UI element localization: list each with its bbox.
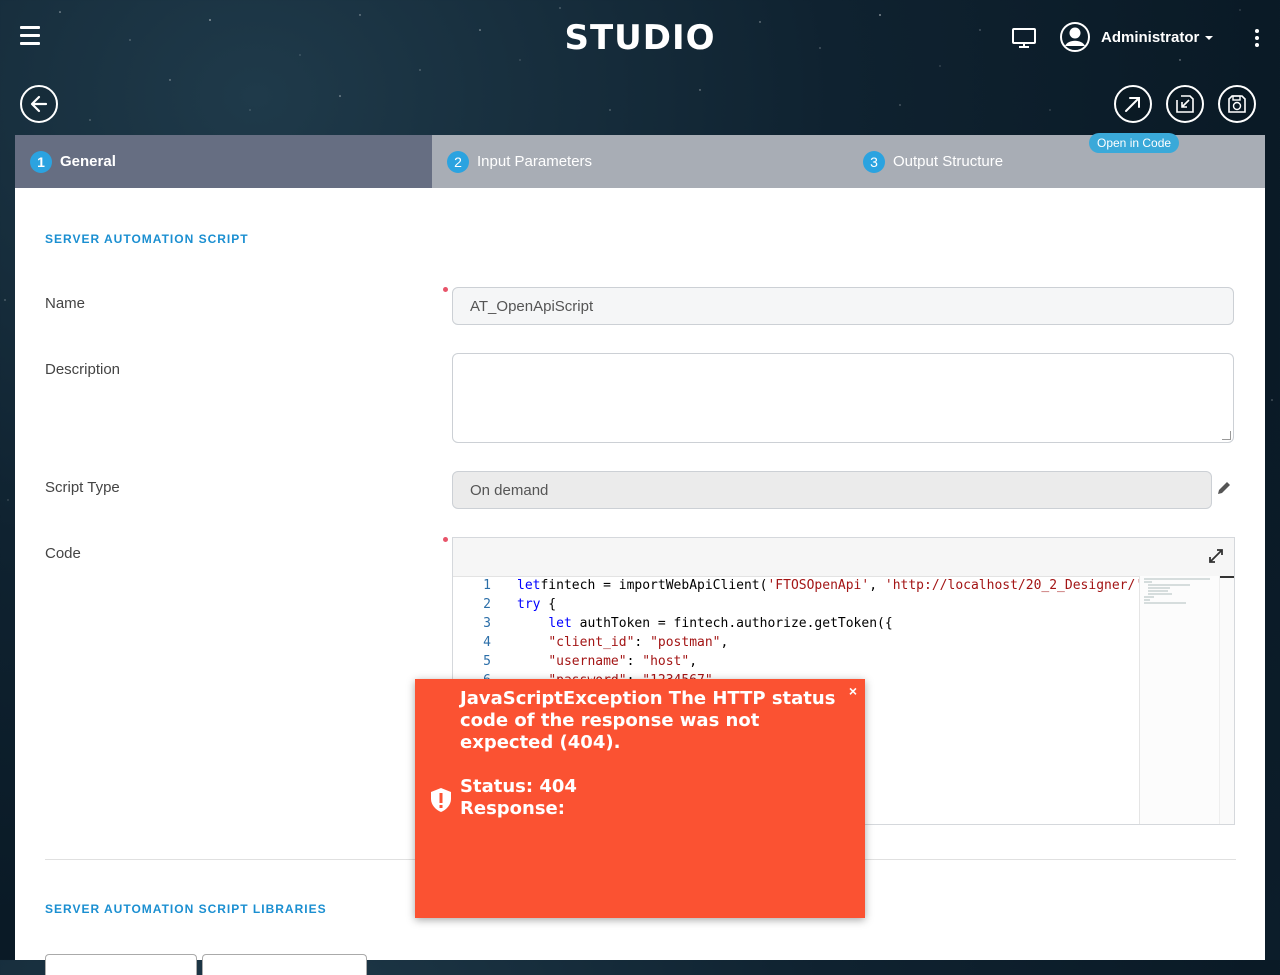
- code-editor-toolbar: [453, 538, 1234, 577]
- description-textarea[interactable]: [452, 353, 1234, 443]
- library-button[interactable]: [202, 954, 367, 975]
- code-lines[interactable]: 1 letfintech = importWebApiClient('FTOSOp…: [453, 576, 1139, 690]
- line-number: 5: [483, 654, 491, 669]
- step-number: 1: [30, 150, 52, 173]
- script-type-label: Script Type: [45, 479, 120, 496]
- tab-output-structure[interactable]: 3 Output Structure: [863, 135, 1003, 188]
- top-bar: STUDIO Administrator: [0, 0, 1280, 76]
- arrow-up-right-icon: [1125, 97, 1140, 112]
- line-number: 3: [483, 616, 491, 631]
- code-text: "username": "host",: [548, 654, 698, 669]
- code-minimap[interactable]: [1139, 576, 1220, 825]
- user-name: Administrator: [1101, 29, 1200, 46]
- code-line[interactable]: 5 "username": "host",: [453, 652, 1139, 671]
- back-button[interactable]: [20, 85, 58, 123]
- import-file-icon: [1176, 95, 1194, 113]
- monitor-icon[interactable]: [1012, 28, 1036, 48]
- code-line[interactable]: 2 try {: [453, 595, 1139, 614]
- more-vertical-icon[interactable]: [1254, 29, 1260, 47]
- tab-label: Output Structure: [893, 153, 1004, 170]
- description-label: Description: [45, 361, 121, 378]
- expand-icon[interactable]: [1208, 548, 1224, 564]
- code-text: let authToken = fintech.authorize.getTok…: [548, 616, 893, 631]
- error-message: JavaScriptException The HTTP status code…: [460, 688, 836, 753]
- code-label: Code: [45, 545, 81, 562]
- save-refresh-icon: [1228, 95, 1246, 113]
- save-button[interactable]: [1218, 85, 1256, 123]
- required-indicator: [443, 537, 448, 542]
- error-status: Status: 404: [460, 776, 577, 797]
- import-button[interactable]: [1166, 85, 1204, 123]
- step-number: 3: [863, 150, 885, 173]
- code-line[interactable]: 1 letfintech = importWebApiClient('FTOSOp…: [453, 576, 1139, 595]
- line-number: 4: [483, 635, 491, 650]
- step-tabs: 1 General 2 Input Parameters 3 Output St…: [15, 135, 1265, 188]
- tab-general[interactable]: 1 General: [15, 135, 432, 188]
- avatar[interactable]: [1060, 22, 1090, 52]
- shield-alert-icon: [431, 788, 451, 812]
- code-text: try {: [517, 597, 557, 612]
- edit-icon[interactable]: [1216, 480, 1232, 496]
- code-line[interactable]: 3 let authToken = fintech.authorize.getT…: [453, 614, 1139, 633]
- open-in-code-button[interactable]: [1114, 85, 1152, 123]
- line-number: 1: [483, 578, 491, 593]
- tab-input-parameters[interactable]: 2 Input Parameters: [447, 135, 592, 188]
- close-icon[interactable]: ×: [849, 683, 857, 699]
- section-title: SERVER AUTOMATION SCRIPT: [45, 232, 249, 246]
- code-text: "client_id": "postman",: [548, 635, 729, 650]
- library-button[interactable]: [45, 954, 197, 975]
- code-text: letfintech = importWebApiClient('FTOSOpe…: [517, 578, 1139, 593]
- libraries-section-title: SERVER AUTOMATION SCRIPT LIBRARIES: [45, 902, 327, 916]
- line-number: 2: [483, 597, 491, 612]
- resize-handle[interactable]: [1222, 431, 1231, 440]
- code-scrollbar[interactable]: [1219, 576, 1234, 824]
- scroll-indicator: [1220, 576, 1234, 578]
- step-number: 2: [447, 150, 469, 173]
- tab-label: Input Parameters: [477, 153, 593, 170]
- error-response: Response:: [460, 798, 565, 819]
- open-in-code-tooltip: Open in Code: [1089, 133, 1180, 153]
- arrow-left-icon: [30, 95, 48, 113]
- script-type-field[interactable]: On demand: [452, 471, 1212, 509]
- required-indicator: [443, 287, 448, 292]
- error-toast: × JavaScriptException The HTTP status co…: [415, 679, 865, 918]
- code-line[interactable]: 4 "client_id": "postman",: [453, 633, 1139, 652]
- tab-label: General: [60, 153, 116, 170]
- error-details: Status: 404 Response:: [460, 776, 577, 820]
- name-input[interactable]: AT_OpenApiScript: [452, 287, 1234, 325]
- name-label: Name: [45, 295, 86, 312]
- chevron-down-icon: [1205, 36, 1214, 41]
- user-menu[interactable]: Administrator: [1101, 29, 1214, 46]
